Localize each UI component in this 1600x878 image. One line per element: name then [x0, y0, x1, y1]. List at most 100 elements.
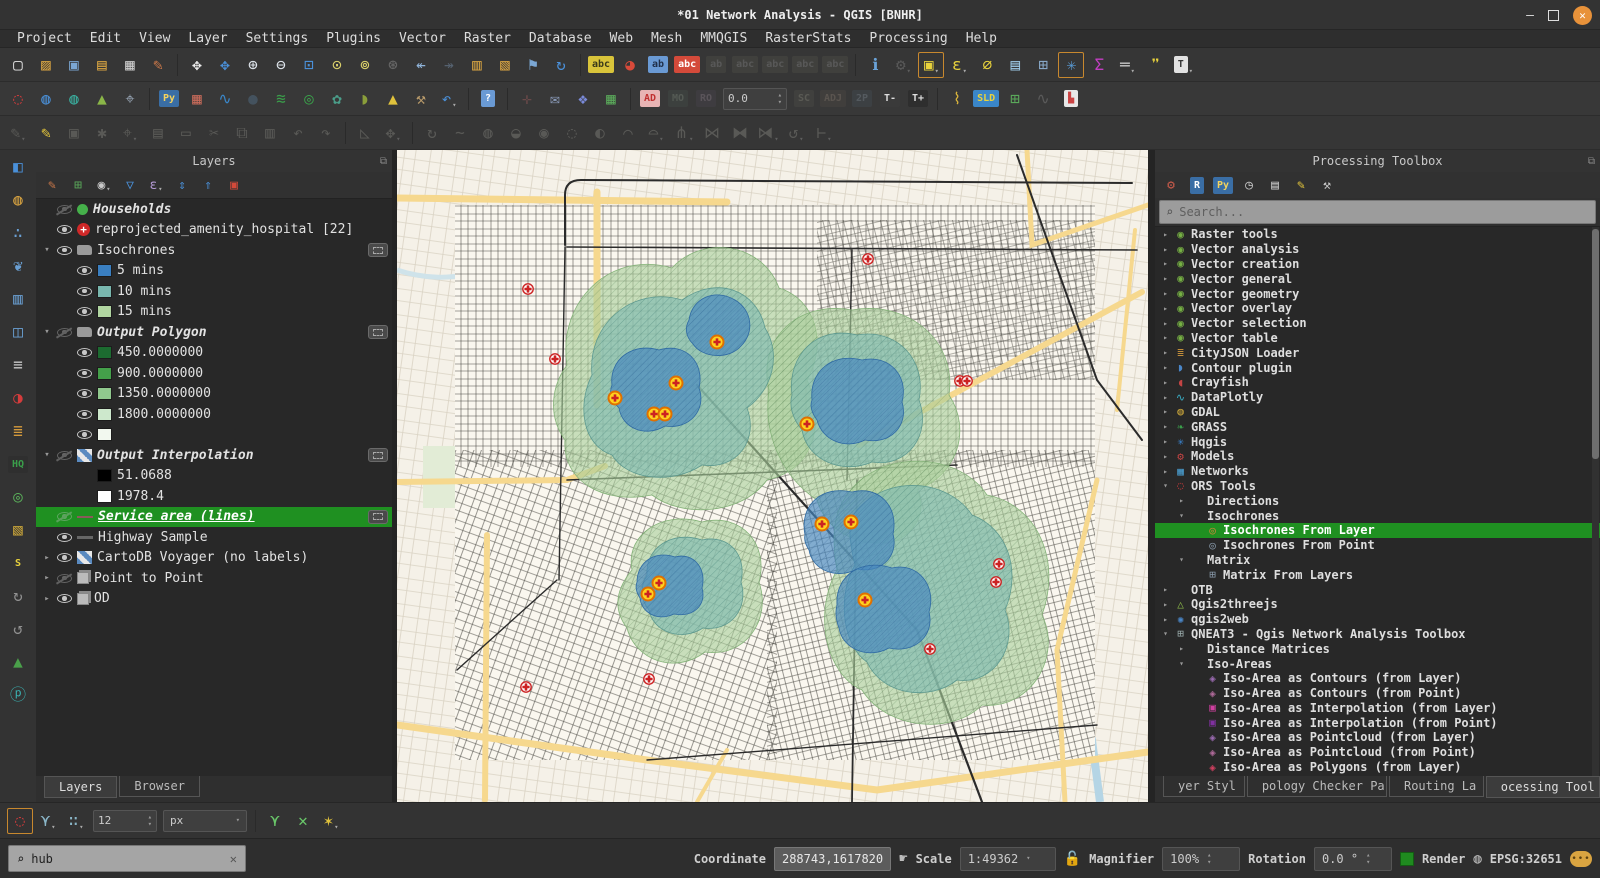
- cad-adj-button[interactable]: ADJ: [819, 86, 847, 112]
- check-geometries-button[interactable]: ❖: [570, 86, 596, 112]
- visibility-eye-icon[interactable]: [57, 533, 72, 542]
- osm-place-search-button[interactable]: ⌖: [117, 86, 143, 112]
- modify-attributes-button[interactable]: ▤: [145, 120, 171, 146]
- map-tips-button[interactable]: ❞: [1142, 52, 1168, 78]
- curve-plugin-button[interactable]: ◗: [352, 86, 378, 112]
- expander-icon[interactable]: ▸: [42, 573, 52, 583]
- revert-plugin-button[interactable]: ↺: [5, 616, 31, 642]
- dataplotly-button[interactable]: ∿: [212, 86, 238, 112]
- results-viewer-button[interactable]: ▤: [1264, 174, 1286, 196]
- qneat3-button[interactable]: ⌇: [944, 86, 970, 112]
- render-checkbox[interactable]: [1400, 852, 1414, 866]
- menu-mmqgis[interactable]: MMQGIS: [691, 30, 756, 48]
- snap-segment-icon[interactable]: ✕: [290, 808, 316, 834]
- new-print-layout-button[interactable]: ▤: [89, 52, 115, 78]
- measure-button[interactable]: ═▾: [1114, 52, 1140, 78]
- copy-features-button[interactable]: ⧉: [229, 120, 255, 146]
- algorithm-isochrones-from-layer[interactable]: ◎Isochrones From Layer: [1155, 523, 1600, 538]
- add-group-button[interactable]: ⊞: [67, 174, 89, 196]
- pan-to-selection-button[interactable]: ✥: [212, 52, 238, 78]
- visibility-eye-icon[interactable]: [57, 553, 72, 562]
- snap-intersection-icon[interactable]: ✶▾: [318, 808, 344, 834]
- lets-digitize-button[interactable]: ✉: [542, 86, 568, 112]
- text-annotation-button[interactable]: T▾: [1170, 52, 1196, 78]
- visibility-eye-icon[interactable]: [77, 266, 92, 275]
- build-tools-button[interactable]: ⚒: [408, 86, 434, 112]
- expander-icon[interactable]: ▾: [42, 327, 52, 337]
- zoom-to-selection-button[interactable]: ⊙: [324, 52, 350, 78]
- symbol-size-field[interactable]: 12▴▾: [93, 810, 157, 832]
- collapse-all-button[interactable]: ⇑: [197, 174, 219, 196]
- algorithm-vector-table[interactable]: ▸◉Vector table: [1155, 331, 1600, 346]
- tab-layers[interactable]: Layers: [44, 776, 117, 798]
- undo-button[interactable]: ↶: [285, 120, 311, 146]
- add-mesh-layer-button[interactable]: ∴: [5, 220, 31, 246]
- coordinate-field[interactable]: 288743,1617820: [774, 847, 891, 871]
- planet-plugin-button[interactable]: ⓟ: [5, 682, 31, 708]
- algorithm-iso-area-as-interpolation-from-point-[interactable]: ▣Iso-Area as Interpolation (from Point): [1155, 715, 1600, 730]
- zoom-in-button[interactable]: ⊕: [240, 52, 266, 78]
- algorithm-iso-area-as-interpolation-from-layer-[interactable]: ▣Iso-Area as Interpolation (from Layer): [1155, 701, 1600, 716]
- layout-manager-button[interactable]: ▦: [117, 52, 143, 78]
- visibility-eye-icon[interactable]: [77, 348, 92, 357]
- move-label-button[interactable]: ab: [703, 52, 729, 78]
- select-by-expression-button[interactable]: ε▾: [946, 52, 972, 78]
- algorithm-iso-areas[interactable]: ▾Iso-Areas: [1155, 656, 1600, 671]
- algorithm-vector-selection[interactable]: ▸◉Vector selection: [1155, 316, 1600, 331]
- magnifier-field[interactable]: 100%▴▾: [1162, 847, 1240, 871]
- visibility-eye-icon[interactable]: [77, 287, 92, 296]
- s-plugin-button[interactable]: S: [5, 550, 31, 576]
- fill-ring-button[interactable]: ◉: [531, 120, 557, 146]
- cad-ro-button[interactable]: RO: [693, 86, 719, 112]
- algorithm-qneat3-qgis-network-analysis-toolbox[interactable]: ▾⊞QNEAT3 - Qgis Network Analysis Toolbox: [1155, 627, 1600, 642]
- menu-plugins[interactable]: Plugins: [317, 30, 390, 48]
- cityjson-loader-button[interactable]: ≣: [5, 418, 31, 444]
- algorithm-iso-area-as-polygons-from-layer-[interactable]: ◈Iso-Area as Polygons (from Layer): [1155, 760, 1600, 775]
- menu-web[interactable]: Web: [601, 30, 642, 48]
- visibility-eye-icon[interactable]: [77, 307, 92, 316]
- clear-search-icon[interactable]: ✕: [230, 852, 237, 866]
- edit-in-place-button[interactable]: ✎: [1290, 174, 1312, 196]
- cad-ad-button[interactable]: AD: [637, 86, 663, 112]
- statistical-summary-button[interactable]: ⊞: [1030, 52, 1056, 78]
- delete-part-button[interactable]: ◐: [587, 120, 613, 146]
- menu-vector[interactable]: Vector: [390, 30, 455, 48]
- menu-rasterstats[interactable]: RasterStats: [756, 30, 860, 48]
- add-table-button[interactable]: ⊞: [1002, 86, 1028, 112]
- zoom-to-layer-button[interactable]: ⊚: [352, 52, 378, 78]
- split-features-button[interactable]: ⋔▾: [671, 120, 697, 146]
- paste-features-button[interactable]: ▥: [257, 120, 283, 146]
- menu-project[interactable]: Project: [8, 30, 81, 48]
- algorithm-distance-matrices[interactable]: ▸Distance Matrices: [1155, 641, 1600, 656]
- street-view-button[interactable]: ≋: [268, 86, 294, 112]
- filter-legend-button[interactable]: ▽: [119, 174, 141, 196]
- refresh-map-button[interactable]: ↻: [548, 52, 574, 78]
- expander-icon[interactable]: ▸: [42, 594, 52, 604]
- contour-plugin-button[interactable]: ✿: [324, 86, 350, 112]
- maximize-button[interactable]: [1548, 10, 1559, 21]
- simplify-feature-button[interactable]: ∼: [447, 120, 473, 146]
- locator-search-input[interactable]: ⌕ hub ✕: [8, 845, 246, 872]
- r-scripts-button[interactable]: R: [1186, 174, 1208, 196]
- ors-tools-bottom-button[interactable]: ◌: [7, 808, 33, 834]
- open-layer-styling-button[interactable]: ✎: [41, 174, 63, 196]
- save-layer-edits-button[interactable]: ▣: [61, 120, 87, 146]
- tab-browser[interactable]: Browser: [119, 776, 200, 797]
- algorithm-vector-analysis[interactable]: ▸◉Vector analysis: [1155, 242, 1600, 257]
- reshape-features-button[interactable]: ⌓▾: [643, 120, 669, 146]
- layer-indicator-badge[interactable]: [368, 448, 388, 462]
- extents-toggle-icon[interactable]: ☛: [899, 851, 907, 867]
- visibility-eye-icon[interactable]: [57, 225, 72, 234]
- geocoding-globe-button[interactable]: ◍: [61, 86, 87, 112]
- processing-search-input[interactable]: ⌕ Search...: [1159, 200, 1596, 224]
- algorithm-crayfish[interactable]: ▸◖Crayfish: [1155, 375, 1600, 390]
- algorithm-cityjson-loader[interactable]: ▸≣CityJSON Loader: [1155, 345, 1600, 360]
- visibility-eye-icon[interactable]: [57, 574, 72, 583]
- layer-row-1800-0000000[interactable]: 1800.0000000: [36, 404, 392, 425]
- layer-row-service-area-lines-[interactable]: Service area (lines): [36, 507, 392, 528]
- algorithm-iso-area-as-contours-from-layer-[interactable]: ◈Iso-Area as Contours (from Layer): [1155, 671, 1600, 686]
- open-attribute-table-button[interactable]: ▤: [1002, 52, 1028, 78]
- layer-row-output-polygon[interactable]: ▾Output Polygon: [36, 322, 392, 343]
- layer-row-15-mins[interactable]: 15 mins: [36, 302, 392, 323]
- zoom-next-button[interactable]: ↠: [436, 52, 462, 78]
